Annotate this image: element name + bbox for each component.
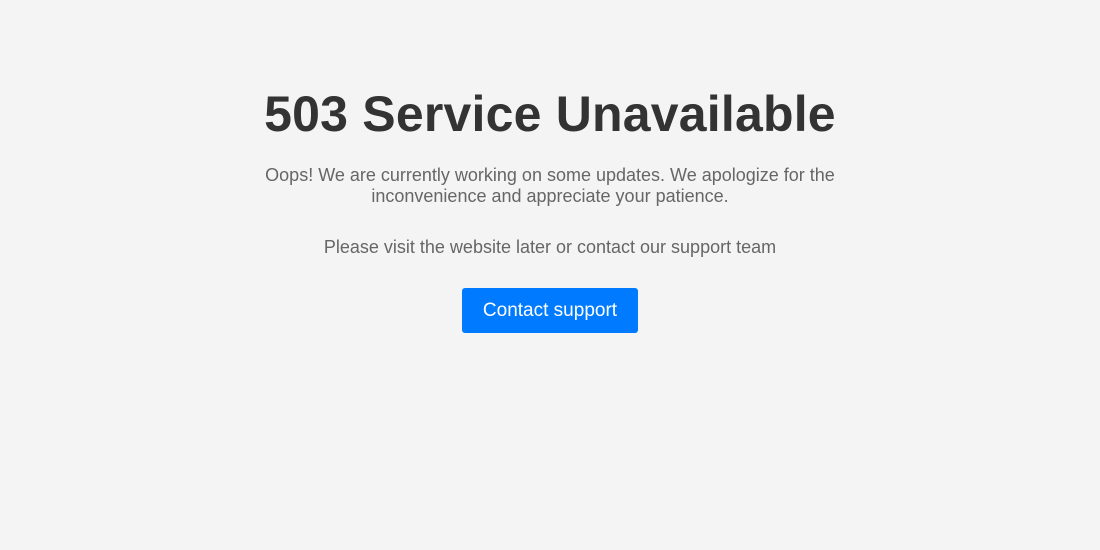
error-content: 503 Service Unavailable Oops! We are cur… [0, 85, 1100, 333]
error-message: Oops! We are currently working on some u… [265, 165, 835, 206]
contact-support-button[interactable]: Contact support [462, 288, 638, 333]
error-page: 503 Service Unavailable Oops! We are cur… [0, 0, 1100, 550]
page-title: 503 Service Unavailable [264, 86, 836, 142]
support-hint: Please visit the website later or contac… [323, 237, 777, 257]
